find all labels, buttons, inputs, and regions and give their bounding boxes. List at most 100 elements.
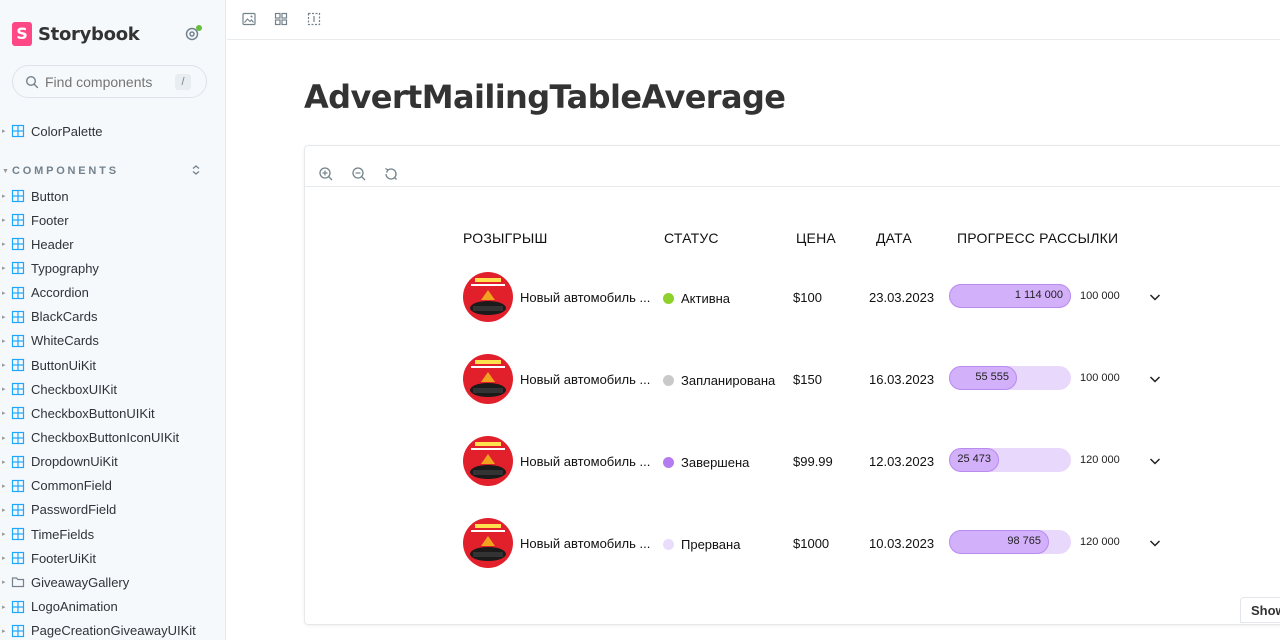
date-cell: 10.03.2023	[869, 536, 935, 551]
brand[interactable]: S Storybook	[12, 22, 140, 46]
sidebar-item-label: PasswordField	[31, 502, 117, 518]
caret-right-icon: ▸	[2, 410, 6, 418]
sidebar-item-label: CheckboxUIKit	[31, 381, 117, 397]
sidebar-item-label: ColorPalette	[31, 123, 103, 139]
sidebar-item-footeruikit[interactable]: ▸ FooterUiKit	[0, 548, 96, 568]
zoom-in-icon[interactable]	[318, 166, 334, 182]
chevron-down-icon[interactable]	[1148, 372, 1162, 386]
chevron-down-icon[interactable]	[1148, 454, 1162, 468]
status-label: Запланирована	[681, 373, 776, 388]
component-icon	[11, 551, 25, 565]
sidebar-item-checkboxbuttoniconuikit[interactable]: ▸ CheckboxButtonIconUIKit	[0, 428, 179, 448]
storybook-logo-icon: S	[12, 22, 32, 46]
update-indicator	[196, 25, 202, 31]
zoom-out-icon[interactable]	[351, 166, 367, 182]
component-icon	[11, 455, 25, 469]
caret-right-icon: ▸	[2, 217, 6, 225]
grid-icon[interactable]	[274, 12, 288, 26]
giveaway-thumbnail	[463, 354, 513, 404]
caret-right-icon: ▸	[2, 241, 6, 249]
sidebar-item-commonfield[interactable]: ▸ CommonField	[0, 476, 112, 496]
component-icon	[11, 358, 25, 372]
status-dot	[663, 375, 674, 386]
sidebar-item-buttonuikit[interactable]: ▸ ButtonUiKit	[0, 355, 96, 375]
search-box[interactable]: /	[12, 65, 207, 98]
progress-bar: 98 765	[949, 530, 1071, 554]
section-components-header[interactable]: ▼ COMPONENTS	[0, 162, 210, 180]
sidebar-item-button[interactable]: ▸ Button	[0, 186, 69, 206]
table-row: Новый автомобиль ... Активна $100 23.03.202…	[305, 272, 1205, 328]
sidebar-item-checkboxuikit[interactable]: ▸ CheckboxUIKit	[0, 379, 117, 399]
caret-right-icon: ▸	[2, 362, 6, 370]
expand-collapse-icon[interactable]	[190, 164, 202, 176]
folder-icon	[11, 575, 25, 589]
sidebar-item-label: BlackCards	[31, 309, 98, 325]
sidebar-item-pagecreationgiveawayuikit[interactable]: ▸ PageCreationGiveawayUIKit	[0, 621, 196, 640]
price-cell: $1000	[793, 536, 830, 551]
caret-down-icon: ▼	[2, 167, 9, 175]
storybook-app: S Storybook / ▸ ColorPalette ▼ COMPONENTS	[0, 0, 1280, 640]
sidebar-item-typography[interactable]: ▸ Typography	[0, 258, 99, 278]
component-icon	[11, 431, 25, 445]
component-icon	[11, 406, 25, 420]
caret-right-icon: ▸	[2, 337, 6, 345]
column-header-status: СТАТУС	[664, 230, 719, 246]
date-cell: 16.03.2023	[869, 372, 935, 387]
component-icon	[11, 334, 25, 348]
show-addons-button[interactable]: Show	[1240, 597, 1280, 623]
caret-right-icon: ▸	[2, 579, 6, 587]
giveaway-thumbnail	[463, 518, 513, 568]
chevron-down-icon[interactable]	[1148, 290, 1162, 304]
sidebar-item-footer[interactable]: ▸ Footer	[0, 210, 69, 230]
caret-right-icon: ▸	[2, 482, 6, 490]
canvas-toolbar	[305, 146, 1280, 187]
caret-right-icon: ▸	[2, 434, 6, 442]
sidebar-item-label: TimeFields	[31, 526, 95, 542]
sidebar-item-label: Button	[31, 188, 69, 204]
sidebar-item-accordion[interactable]: ▸ Accordion	[0, 283, 89, 303]
caret-right-icon: ▸	[2, 627, 6, 635]
sidebar-item-label: PageCreationGiveawayUIKit	[31, 623, 196, 639]
component-icon	[11, 624, 25, 638]
sidebar-item-header[interactable]: ▸ Header	[0, 234, 74, 254]
search-icon	[25, 75, 39, 88]
page-title: AdvertMailingTableAverage	[304, 78, 786, 116]
progress-bar: 55 555	[949, 366, 1071, 390]
column-header-price: ЦЕНА	[796, 230, 836, 246]
reset-zoom-icon[interactable]	[383, 166, 399, 182]
sidebar-item-timefields[interactable]: ▸ TimeFields	[0, 524, 94, 544]
giveaway-thumbnail	[463, 272, 513, 322]
component-icon	[11, 382, 25, 396]
price-cell: $99.99	[793, 454, 833, 469]
sidebar-item-whitecards[interactable]: ▸ WhiteCards	[0, 331, 99, 351]
sidebar-item-label: CheckboxButtonUIKit	[31, 405, 155, 421]
chevron-down-icon[interactable]	[1148, 536, 1162, 550]
progress-value: 98 765	[1007, 535, 1041, 547]
sidebar-item-colorpalette[interactable]: ▸ ColorPalette	[0, 121, 103, 141]
caret-right-icon: ▸	[2, 265, 6, 273]
component-icon	[11, 479, 25, 493]
component-icon	[11, 237, 25, 251]
sidebar-item-dropdownuikit[interactable]: ▸ DropdownUiKit	[0, 452, 118, 472]
sidebar-item-label: Accordion	[31, 285, 89, 301]
sidebar-item-passwordfield[interactable]: ▸ PasswordField	[0, 500, 116, 520]
sidebar-item-logoanimation[interactable]: ▸ LogoAnimation	[0, 597, 118, 617]
caret-right-icon: ▸	[2, 289, 6, 297]
progress-total: 120 000	[1080, 454, 1120, 466]
sidebar-item-giveawaygallery[interactable]: ▸ GiveawayGallery	[0, 572, 129, 592]
progress-bar: 25 473	[949, 448, 1071, 472]
sidebar-item-label: DropdownUiKit	[31, 454, 118, 470]
date-cell: 12.03.2023	[869, 454, 935, 469]
component-icon	[11, 503, 25, 517]
search-input[interactable]	[45, 73, 165, 90]
settings-button[interactable]	[184, 25, 202, 44]
sidebar-item-checkboxbuttonuikit[interactable]: ▸ CheckboxButtonUIKit	[0, 403, 155, 423]
outline-icon[interactable]	[307, 12, 321, 26]
sidebar-item-blackcards[interactable]: ▸ BlackCards	[0, 307, 97, 327]
column-header-progress: ПРОГРЕСС РАССЫЛКИ	[957, 230, 1119, 246]
image-icon[interactable]	[242, 12, 256, 26]
toolbar	[227, 0, 1280, 40]
sidebar-item-label: FooterUiKit	[31, 550, 97, 566]
caret-right-icon: ▸	[2, 313, 6, 321]
progress-total: 120 000	[1080, 536, 1120, 548]
